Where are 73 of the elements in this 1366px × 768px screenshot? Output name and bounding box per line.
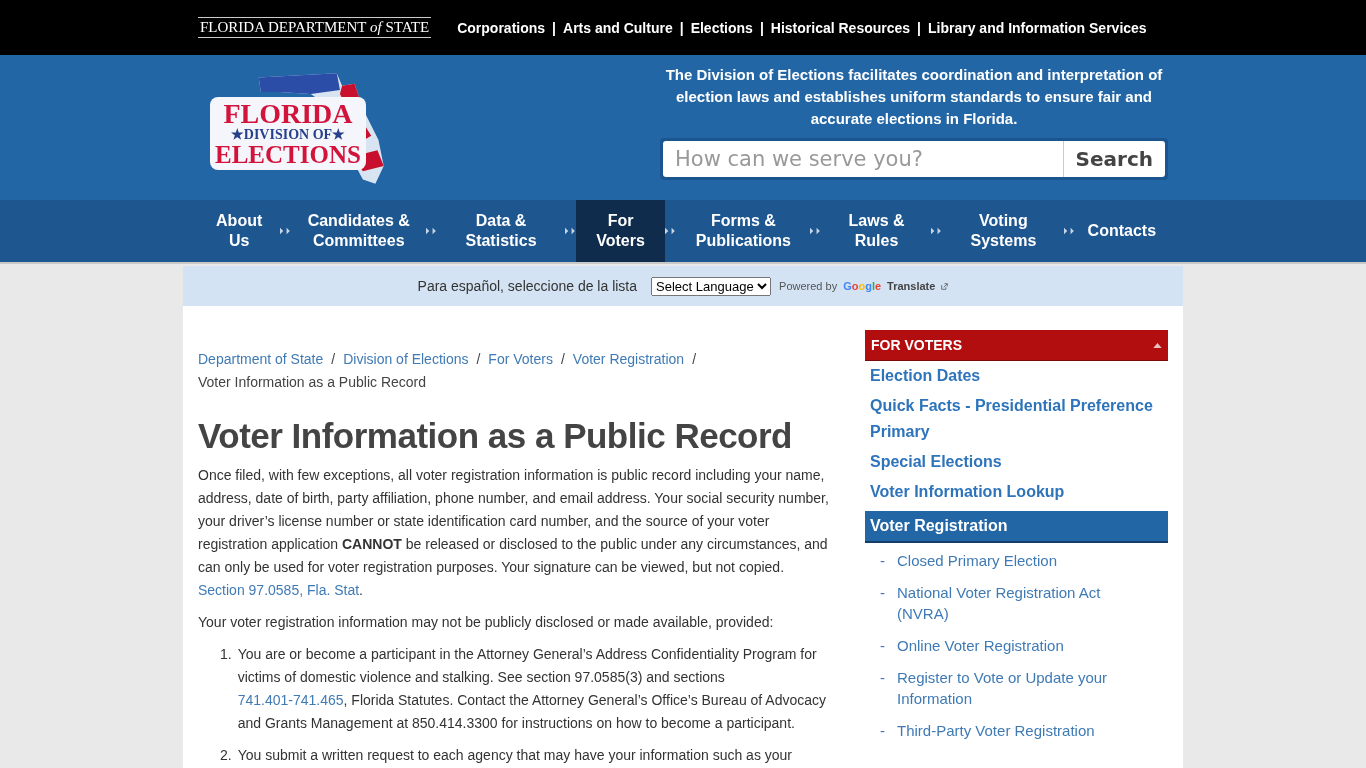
dash-bullet: -	[880, 583, 885, 603]
double-arrow-icon	[810, 226, 822, 236]
sidebar-link[interactable]: Election Dates	[865, 361, 1168, 391]
dash-bullet: -	[880, 668, 885, 688]
separator: |	[759, 19, 764, 36]
breadcrumb-separator: /	[476, 350, 481, 369]
top-link[interactable]: Arts and Culture	[563, 19, 673, 36]
search-button[interactable]: Search	[1062, 141, 1165, 177]
list-item-text: You submit a written request to each agency that may have your information such as your	[237, 746, 793, 765]
breadcrumb-separator: /	[560, 350, 565, 369]
breadcrumb-link[interactable]: For Voters	[488, 348, 553, 371]
separator: |	[917, 19, 921, 36]
agency-logo[interactable]: FLORIDA DEPARTMENT of STATE	[198, 17, 432, 38]
statute-link[interactable]: 741.401-741.465	[237, 692, 344, 708]
paragraph: Once filed, with few exceptions, all voter registration information is public record including your name, address, date of birth, party affiliation, phone number, and email address. Your social security number, your driver’s license number or state identification card number, and the source of your voter registration application CANNOT be released or disclosed to the public under any circumstances, and can only be used for voter registration purposes. Your signature can be viewed, but not copied. Section 97.0585, Fla. Stat.	[198, 466, 830, 600]
sidebar-link[interactable]: Voter Registration	[865, 511, 1168, 543]
logo-text: ELECTIONS	[215, 142, 361, 167]
double-arrow-icon	[564, 226, 577, 236]
powered-by-text: Powered by	[779, 280, 838, 292]
sidebar-sublink[interactable]: Closed Primary Election	[897, 550, 1058, 571]
breadcrumb-link[interactable]: Voter Registration	[572, 348, 685, 371]
top-link[interactable]: Library and Information Services	[928, 19, 1147, 36]
sidebar-sublink[interactable]: Online Voter Registration	[897, 635, 1064, 656]
breadcrumb-separator: /	[692, 350, 697, 369]
dash-bullet: -	[880, 636, 885, 656]
nav-tab[interactable]: About Us	[198, 200, 281, 262]
top-link[interactable]: Corporations	[457, 19, 546, 36]
sidebar-sublink[interactable]: Third-Party Voter Registration	[897, 720, 1095, 741]
breadcrumb-link[interactable]: Division of Elections	[343, 348, 469, 371]
nav-tab[interactable]: Voting Systems	[942, 200, 1065, 262]
double-arrow-icon	[280, 226, 292, 236]
paragraph: Your voter registration information may not be publicly disclosed or made available, provided:	[198, 613, 775, 632]
nav-tab[interactable]: Contacts	[1075, 200, 1169, 262]
top-link[interactable]: Elections	[690, 19, 753, 36]
breadcrumb-separator: /	[331, 350, 336, 369]
nav-tab[interactable]: Forms & Publications	[676, 200, 811, 262]
separator: |	[552, 19, 556, 36]
nav-tab[interactable]: For Voters	[576, 200, 665, 262]
sidebar-sublink[interactable]: Register to Vote or Update your Information	[897, 667, 1137, 709]
double-arrow-icon	[931, 226, 943, 236]
nav-tab[interactable]: Candidates & Committees	[291, 200, 426, 262]
double-arrow-icon	[1064, 226, 1076, 236]
sidebar-link[interactable]: Special Elections	[865, 447, 1168, 477]
breadcrumb-link[interactable]: Department of State	[198, 348, 324, 371]
logo-text: ★DIVISION OF★	[230, 128, 346, 142]
translate-link[interactable]: Translate	[887, 280, 936, 292]
list-number: 2.	[220, 746, 232, 765]
division-logo[interactable]: FLORIDA ★DIVISION OF★ ELECTIONS	[206, 67, 396, 192]
sidebar-header[interactable]: FOR VOTERS	[865, 330, 1168, 361]
external-link-icon	[941, 282, 949, 290]
logo-text: FLORIDA	[223, 100, 353, 128]
google-logo: Google	[843, 280, 882, 292]
mission-text: The Division of Elections facilitates coordination and interpretation of election laws and establishes uniform standards to ensure fair and accurate elections in Florida.	[664, 65, 1164, 129]
double-arrow-icon	[664, 226, 677, 236]
sidebar-sublink[interactable]: National Voter Registration Act (NVRA)	[897, 582, 1137, 624]
sidebar-title: FOR VOTERS	[871, 337, 962, 353]
separator: |	[679, 19, 684, 36]
sidebar-link[interactable]: Voter Information Lookup	[865, 477, 1168, 507]
list-item-text: You are or become a participant in the Attorney General’s Address Confidentiality Program for victims of domestic violence and stalking. See section 97.0585(3) and sections 741.401-741.465, Florida Statutes. Contact the Attorney General’s Office’s Bureau of Advocacy and Grants Management at 850.414.3300 for instructions on how to become a participant.	[237, 645, 828, 733]
breadcrumb-current: Voter Information as a Public Record	[198, 373, 426, 392]
caret-icon	[1153, 342, 1162, 348]
language-select[interactable]: Select Language	[651, 276, 772, 296]
top-link[interactable]: Historical Resources	[770, 19, 911, 36]
page-title: Voter Information as a Public Record	[198, 416, 793, 456]
translate-prompt: Para español, seleccione de la lista	[417, 278, 638, 294]
dash-bullet: -	[880, 721, 885, 741]
dash-bullet: -	[880, 551, 885, 571]
double-arrow-icon	[425, 226, 438, 236]
list-number: 1.	[220, 645, 232, 664]
sidebar-link[interactable]: Quick Facts - Presidential Preference Primary	[865, 391, 1168, 447]
nav-tab[interactable]: Data & Statistics	[437, 200, 565, 262]
search-field[interactable]: How can we serve you?	[663, 141, 1063, 177]
nav-tab[interactable]: Laws & Rules	[821, 200, 932, 262]
